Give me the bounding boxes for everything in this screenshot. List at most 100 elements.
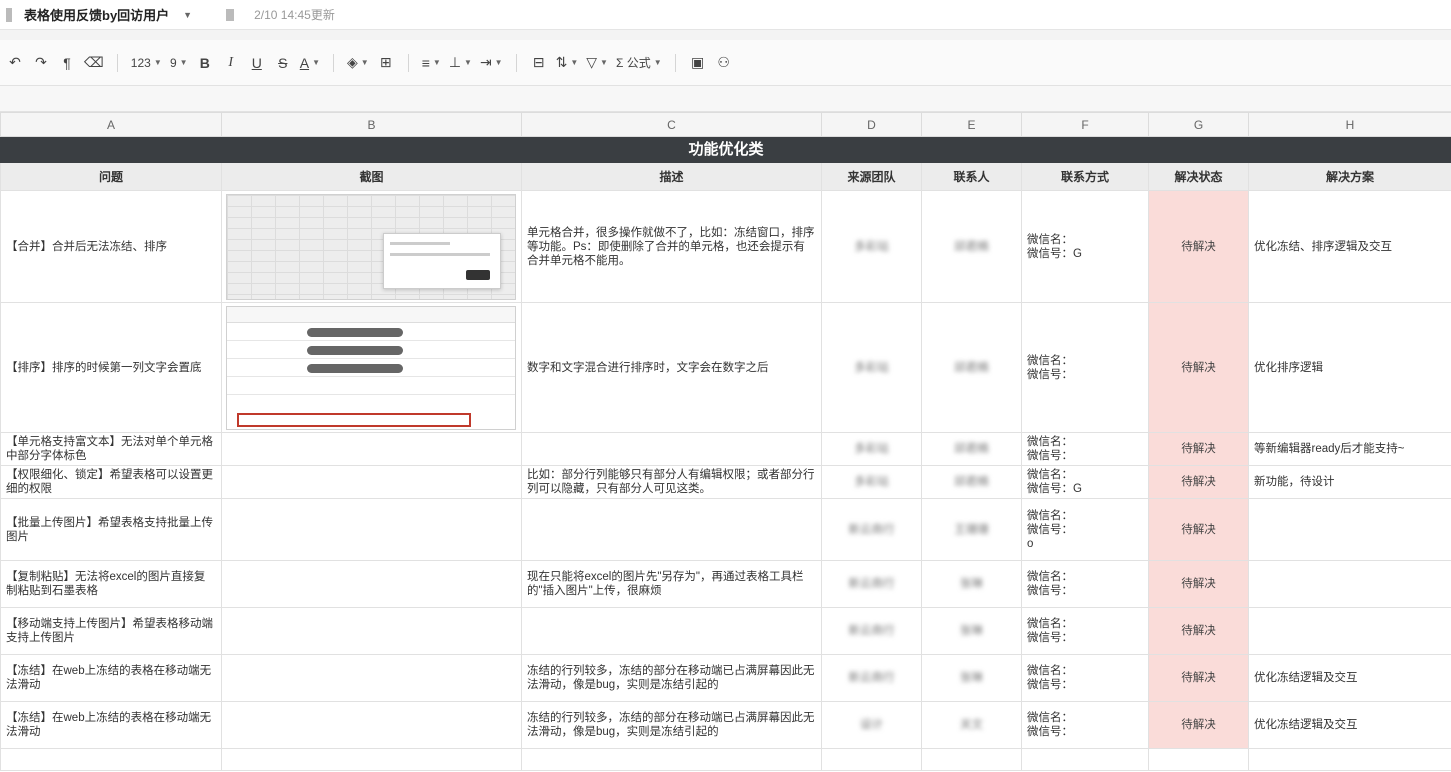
column-header[interactable]: A xyxy=(0,112,222,137)
contact-cell[interactable]: 邱君楠 xyxy=(921,465,1022,499)
status-cell[interactable]: 待解决 xyxy=(1148,498,1249,561)
empty-cell[interactable] xyxy=(1248,748,1451,771)
status-cell[interactable]: 待解决 xyxy=(1148,432,1249,466)
team-cell[interactable]: 多彩站 xyxy=(821,302,922,433)
screenshot-cell[interactable] xyxy=(221,654,522,702)
header-cell[interactable]: 解决状态 xyxy=(1148,162,1249,191)
formula-bar[interactable] xyxy=(0,86,1451,112)
description-cell[interactable] xyxy=(521,607,822,655)
header-cell[interactable]: 截图 xyxy=(221,162,522,191)
underline-button[interactable]: U xyxy=(244,50,270,76)
header-cell[interactable]: 解决方案 xyxy=(1248,162,1451,191)
screenshot-cell[interactable] xyxy=(221,498,522,561)
solution-cell[interactable]: 新功能，待设计 xyxy=(1248,465,1451,499)
sort-icon[interactable]: ⇅ ▼ xyxy=(552,50,583,76)
contact-info-cell[interactable]: 微信名： 微信号： xyxy=(1021,432,1149,466)
fill-color-icon[interactable]: ◈ ▼ xyxy=(343,50,373,76)
status-cell[interactable]: 待解决 xyxy=(1148,465,1249,499)
header-cell[interactable]: 联系方式 xyxy=(1021,162,1149,191)
screenshot-cell[interactable] xyxy=(221,465,522,499)
contact-cell[interactable]: 张琳 xyxy=(921,654,1022,702)
empty-cell[interactable] xyxy=(0,748,222,771)
issue-cell[interactable]: 【排序】排序的时候第一列文字会置底 xyxy=(0,302,222,433)
merge-cells-icon[interactable]: ⊟ xyxy=(526,50,552,76)
description-cell[interactable]: 冻结的行列较多，冻结的部分在移动端已占满屏幕因此无法滑动，像是bug，实则是冻结… xyxy=(521,701,822,749)
text-wrap-icon[interactable]: ⇥ ▼ xyxy=(476,50,507,76)
empty-cell[interactable] xyxy=(521,748,822,771)
solution-cell[interactable] xyxy=(1248,560,1451,608)
contact-info-cell[interactable]: 微信名： 微信号：G xyxy=(1021,190,1149,303)
column-header[interactable]: G xyxy=(1148,112,1249,137)
solution-cell[interactable]: 优化排序逻辑 xyxy=(1248,302,1451,433)
issue-cell[interactable]: 【批量上传图片】希望表格支持批量上传图片 xyxy=(0,498,222,561)
status-cell[interactable]: 待解决 xyxy=(1148,701,1249,749)
issue-cell[interactable]: 【冻结】在web上冻结的表格在移动端无法滑动 xyxy=(0,701,222,749)
issue-cell[interactable]: 【合并】合并后无法冻结、排序 xyxy=(0,190,222,303)
borders-icon[interactable]: ⊞ xyxy=(373,50,399,76)
column-header[interactable]: D xyxy=(821,112,922,137)
formula-button[interactable]: Σ 公式 ▼ xyxy=(612,50,666,76)
contact-cell[interactable]: 邱君楠 xyxy=(921,302,1022,433)
description-cell[interactable]: 冻结的行列较多，冻结的部分在移动端已占满屏幕因此无法滑动，像是bug，实则是冻结… xyxy=(521,654,822,702)
status-cell[interactable]: 待解决 xyxy=(1148,302,1249,433)
team-cell[interactable]: 多彩站 xyxy=(821,190,922,303)
solution-cell[interactable]: 优化冻结逻辑及交互 xyxy=(1248,701,1451,749)
description-cell[interactable] xyxy=(521,498,822,561)
filter-icon[interactable]: ▽ ▼ xyxy=(582,50,612,76)
issue-cell[interactable]: 【单元格支持富文本】无法对单个单元格中部分字体标色 xyxy=(0,432,222,466)
description-cell[interactable]: 比如：部分行列能够只有部分人有编辑权限；或者部分行列可以隐藏，只有部分人可见这类… xyxy=(521,465,822,499)
screenshot-image[interactable] xyxy=(226,193,516,300)
team-cell[interactable]: 新云商行 xyxy=(821,654,922,702)
italic-button[interactable]: I xyxy=(218,50,244,76)
header-cell[interactable]: 问题 xyxy=(0,162,222,191)
header-cell[interactable]: 描述 xyxy=(521,162,822,191)
horizontal-align-icon[interactable]: ≡ ▼ xyxy=(418,50,445,76)
column-header[interactable]: E xyxy=(921,112,1022,137)
format-painter-icon[interactable]: ¶ xyxy=(54,50,80,76)
team-cell[interactable]: 设计 xyxy=(821,701,922,749)
issue-cell[interactable]: 【冻结】在web上冻结的表格在移动端无法滑动 xyxy=(0,654,222,702)
team-cell[interactable]: 新云商行 xyxy=(821,560,922,608)
column-header[interactable]: B xyxy=(221,112,522,137)
insert-image-icon[interactable]: ▣ xyxy=(685,50,711,76)
empty-cell[interactable] xyxy=(1148,748,1249,771)
empty-cell[interactable] xyxy=(921,748,1022,771)
solution-cell[interactable] xyxy=(1248,498,1451,561)
description-cell[interactable]: 现在只能将excel的图片先"另存为"，再通过表格工具栏的"插入图片"上传，很麻… xyxy=(521,560,822,608)
strikethrough-button[interactable]: S xyxy=(270,50,296,76)
contact-info-cell[interactable]: 微信名： 微信号：G xyxy=(1021,465,1149,499)
status-cell[interactable]: 待解决 xyxy=(1148,607,1249,655)
contact-cell[interactable]: 邱君楠 xyxy=(921,432,1022,466)
empty-cell[interactable] xyxy=(821,748,922,771)
screenshot-cell[interactable] xyxy=(221,302,522,433)
status-cell[interactable]: 待解决 xyxy=(1148,560,1249,608)
empty-cell[interactable] xyxy=(221,748,522,771)
screenshot-cell[interactable] xyxy=(221,560,522,608)
screenshot-cell[interactable] xyxy=(221,607,522,655)
team-cell[interactable]: 多彩站 xyxy=(821,465,922,499)
clear-format-icon[interactable]: ⌫ xyxy=(80,50,108,76)
team-cell[interactable]: 新云商行 xyxy=(821,498,922,561)
description-cell[interactable] xyxy=(521,432,822,466)
font-color-button[interactable]: A ▼ xyxy=(296,50,324,76)
contact-info-cell[interactable]: 微信名： 微信号： xyxy=(1021,607,1149,655)
title-dropdown-icon[interactable]: ▼ xyxy=(183,10,192,20)
screenshot-cell[interactable] xyxy=(221,190,522,303)
header-cell[interactable]: 来源团队 xyxy=(821,162,922,191)
font-size-button[interactable]: 9 ▼ xyxy=(166,50,192,76)
bold-button[interactable]: B xyxy=(192,50,218,76)
status-cell[interactable]: 待解决 xyxy=(1148,654,1249,702)
team-cell[interactable]: 多彩站 xyxy=(821,432,922,466)
find-icon[interactable]: ⚇ xyxy=(711,50,737,76)
description-cell[interactable]: 数字和文字混合进行排序时，文字会在数字之后 xyxy=(521,302,822,433)
contact-cell[interactable]: 张琳 xyxy=(921,560,1022,608)
solution-cell[interactable]: 优化冻结、排序逻辑及交互 xyxy=(1248,190,1451,303)
solution-cell[interactable]: 优化冻结逻辑及交互 xyxy=(1248,654,1451,702)
document-title[interactable]: 表格使用反馈by回访用户 xyxy=(24,5,169,24)
undo-icon[interactable]: ↶ xyxy=(2,50,28,76)
issue-cell[interactable]: 【权限细化、锁定】希望表格可以设置更细的权限 xyxy=(0,465,222,499)
column-header[interactable]: H xyxy=(1248,112,1451,137)
number-format-button[interactable]: 123 ▼ xyxy=(127,50,166,76)
solution-cell[interactable]: 等新编辑器ready后才能支持~ xyxy=(1248,432,1451,466)
contact-info-cell[interactable]: 微信名： 微信号： xyxy=(1021,302,1149,433)
